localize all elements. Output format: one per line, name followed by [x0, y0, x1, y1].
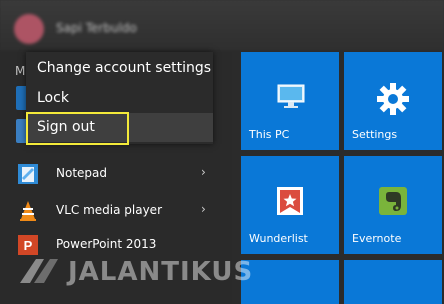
watermark-text: JALANTIKUS: [68, 257, 254, 287]
tile-label: Evernote: [352, 232, 402, 245]
tile-label: Settings: [352, 128, 398, 141]
app-label: Notepad: [56, 166, 107, 180]
app-item-vlc[interactable]: VLC media player ›: [12, 196, 227, 226]
watermark-logo-icon: [20, 259, 58, 283]
tile-label: Wunderlist: [249, 232, 308, 245]
user-avatar[interactable]: [14, 14, 44, 44]
wunderlist-icon: [277, 187, 303, 215]
computer-icon: [277, 84, 305, 108]
app-label: VLC media player: [56, 203, 163, 217]
watermark: JALANTIKUS: [16, 253, 276, 293]
section-letter[interactable]: M: [15, 64, 25, 78]
gear-icon: [377, 83, 409, 115]
app-item-notepad[interactable]: Notepad ›: [12, 159, 227, 189]
app-label: PowerPoint 2013: [56, 237, 157, 251]
tile-evernote[interactable]: Evernote: [344, 156, 442, 254]
notepad-icon: [18, 164, 38, 184]
vlc-icon: [20, 201, 36, 221]
chevron-right-icon[interactable]: ›: [201, 165, 206, 179]
account-context-menu: Change account settings Lock Sign out: [26, 52, 213, 144]
evernote-icon: [379, 187, 407, 215]
tile-partial[interactable]: [344, 260, 442, 304]
chevron-right-icon[interactable]: ›: [201, 202, 206, 216]
change-account-settings-item[interactable]: Change account settings: [26, 54, 213, 83]
sign-out-item[interactable]: Sign out: [26, 113, 213, 142]
tile-settings[interactable]: Settings: [344, 52, 442, 150]
tile-this-pc[interactable]: This PC: [241, 52, 339, 150]
tile-wunderlist[interactable]: Wunderlist: [241, 156, 339, 254]
svg-text:P: P: [24, 238, 33, 253]
tile-label: This PC: [249, 128, 290, 141]
lock-item[interactable]: Lock: [26, 84, 213, 113]
user-name[interactable]: Sapi Terbuldo: [56, 21, 137, 35]
